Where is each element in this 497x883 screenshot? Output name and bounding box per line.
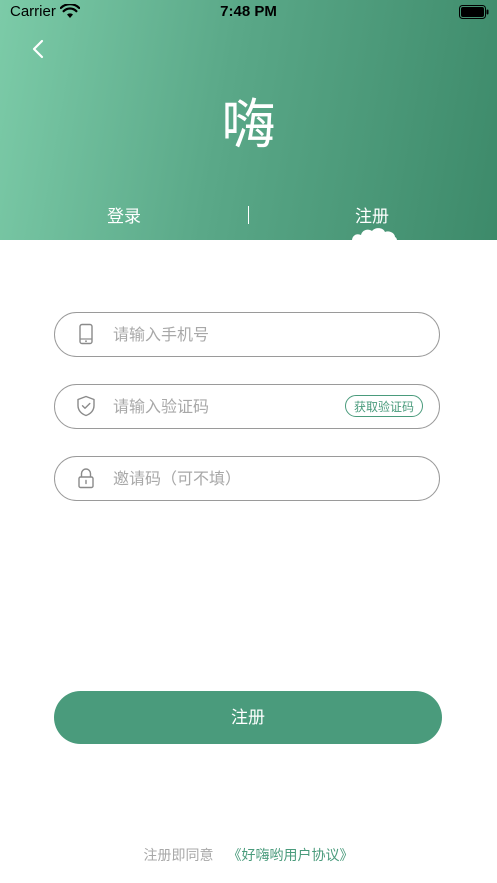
tab-register[interactable]: 注册 [312, 202, 432, 227]
back-button[interactable] [26, 36, 52, 62]
phone-icon [79, 323, 93, 345]
code-input[interactable] [113, 385, 333, 427]
agreement-link[interactable]: 《好嗨哟用户协议》 [228, 848, 354, 864]
phone-field [54, 312, 440, 357]
chevron-left-icon [32, 39, 44, 59]
phone-input[interactable] [113, 313, 333, 355]
battery-icon [459, 5, 489, 19]
tab-login[interactable]: 登录 [64, 202, 184, 227]
tab-indicator-cloud [352, 228, 397, 241]
register-button[interactable]: 注册 [54, 691, 442, 744]
get-code-button[interactable]: 获取验证码 [344, 395, 423, 417]
status-time: 7:48 PM [220, 3, 277, 20]
shield-check-icon [77, 395, 95, 417]
invite-field [54, 456, 440, 501]
code-field: 获取验证码 [54, 384, 440, 429]
lock-icon [78, 468, 94, 489]
tab-divider [248, 206, 249, 224]
status-bar: Carrier 7:48 PM [0, 0, 497, 26]
page-title: 嗨 [221, 93, 276, 156]
footer-agreement: 注册即同意 《好嗨哟用户协议》 [0, 845, 497, 865]
invite-input[interactable] [113, 457, 333, 499]
agreement-text: 注册即同意 [143, 848, 214, 864]
header: Carrier 7:48 PM 嗨 登录 注册 [0, 0, 497, 241]
